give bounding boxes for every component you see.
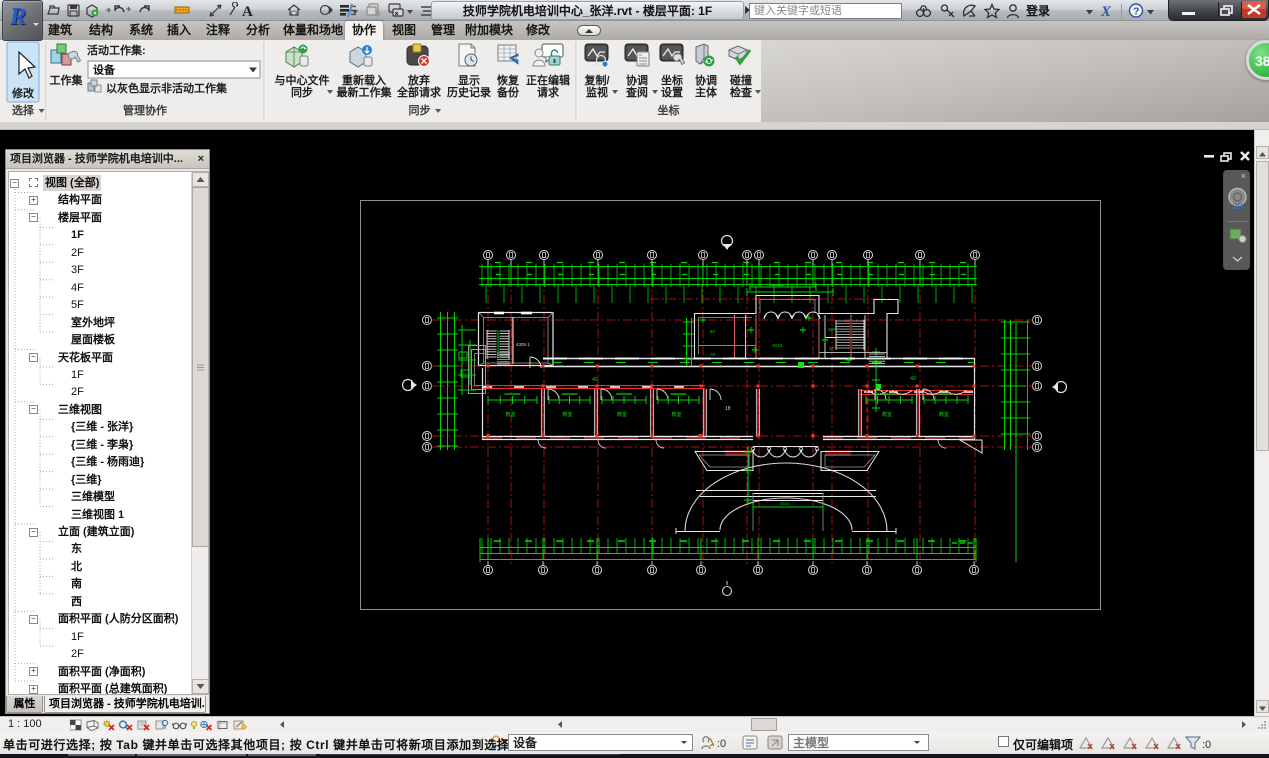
svg-text:协调: 协调 — [695, 73, 717, 87]
svg-text:49: 49 — [910, 376, 916, 382]
svg-text:与中心文件: 与中心文件 — [275, 73, 330, 87]
svg-text:X: X — [1100, 4, 1112, 20]
svg-text:A#: A# — [710, 352, 716, 357]
svg-text:历史记录: 历史记录 — [447, 85, 491, 99]
svg-text:教室: 教室 — [939, 411, 949, 418]
svg-text:显示: 显示 — [458, 74, 480, 87]
svg-text:监视: 监视 — [586, 85, 608, 99]
svg-text:主体: 主体 — [695, 85, 718, 99]
svg-text:设备: 设备 — [93, 63, 116, 77]
svg-text:登录: 登录 — [1025, 3, 1050, 18]
svg-text:以灰色显示非活动工作集: 以灰色显示非活动工作集 — [106, 81, 228, 95]
svg-text:复制/: 复制/ — [583, 73, 609, 87]
svg-text:教室: 教室 — [672, 411, 682, 418]
svg-text:备份: 备份 — [496, 85, 520, 99]
svg-text:同步: 同步 — [291, 85, 313, 99]
svg-text:最新工作集: 最新工作集 — [337, 85, 393, 99]
svg-text:3600: 3600 — [780, 501, 790, 506]
svg-text:4#: 4# — [829, 346, 835, 351]
svg-text:放弃: 放弃 — [407, 73, 430, 87]
svg-text:教室: 教室 — [617, 411, 627, 418]
svg-text:3015: 3015 — [772, 343, 783, 348]
svg-text:48#: 48# — [828, 327, 836, 332]
svg-text:检查: 检查 — [730, 85, 752, 99]
svg-text:管理协作: 管理协作 — [123, 103, 167, 117]
svg-text:4305 1: 4305 1 — [516, 342, 530, 347]
svg-text:教室: 教室 — [506, 411, 516, 418]
svg-text:协调: 协调 — [626, 73, 648, 87]
svg-text::0: :0 — [717, 738, 726, 750]
svg-text:6#: 6# — [710, 329, 716, 334]
svg-text:?: ? — [1133, 6, 1139, 18]
svg-text:2D: 2D — [1233, 202, 1243, 211]
svg-text:重新载入: 重新载入 — [342, 73, 386, 87]
svg-text::0: :0 — [1202, 739, 1211, 751]
svg-text:活动工作集:: 活动工作集: — [87, 43, 146, 57]
svg-text:恢复: 恢复 — [497, 73, 520, 87]
svg-text:坐标: 坐标 — [661, 73, 683, 87]
svg-text:同步: 同步 — [409, 103, 431, 117]
svg-text:设置: 设置 — [661, 85, 683, 99]
svg-text:18: 18 — [725, 406, 731, 412]
svg-text:查阅: 查阅 — [626, 85, 648, 99]
svg-text:全部请求: 全部请求 — [396, 85, 442, 99]
svg-text:选择: 选择 — [12, 103, 35, 117]
svg-text:教室: 教室 — [563, 411, 573, 418]
svg-text:正在编辑: 正在编辑 — [526, 73, 570, 87]
svg-text:坐标: 坐标 — [658, 103, 680, 117]
svg-text:49: 49 — [592, 377, 598, 383]
svg-text:请求: 请求 — [537, 85, 560, 99]
svg-text:工作集: 工作集 — [50, 73, 84, 87]
svg-text:A: A — [242, 4, 253, 20]
svg-text:修改: 修改 — [11, 86, 35, 100]
svg-text:教室: 教室 — [882, 411, 892, 418]
svg-text:碰撞: 碰撞 — [730, 73, 752, 87]
